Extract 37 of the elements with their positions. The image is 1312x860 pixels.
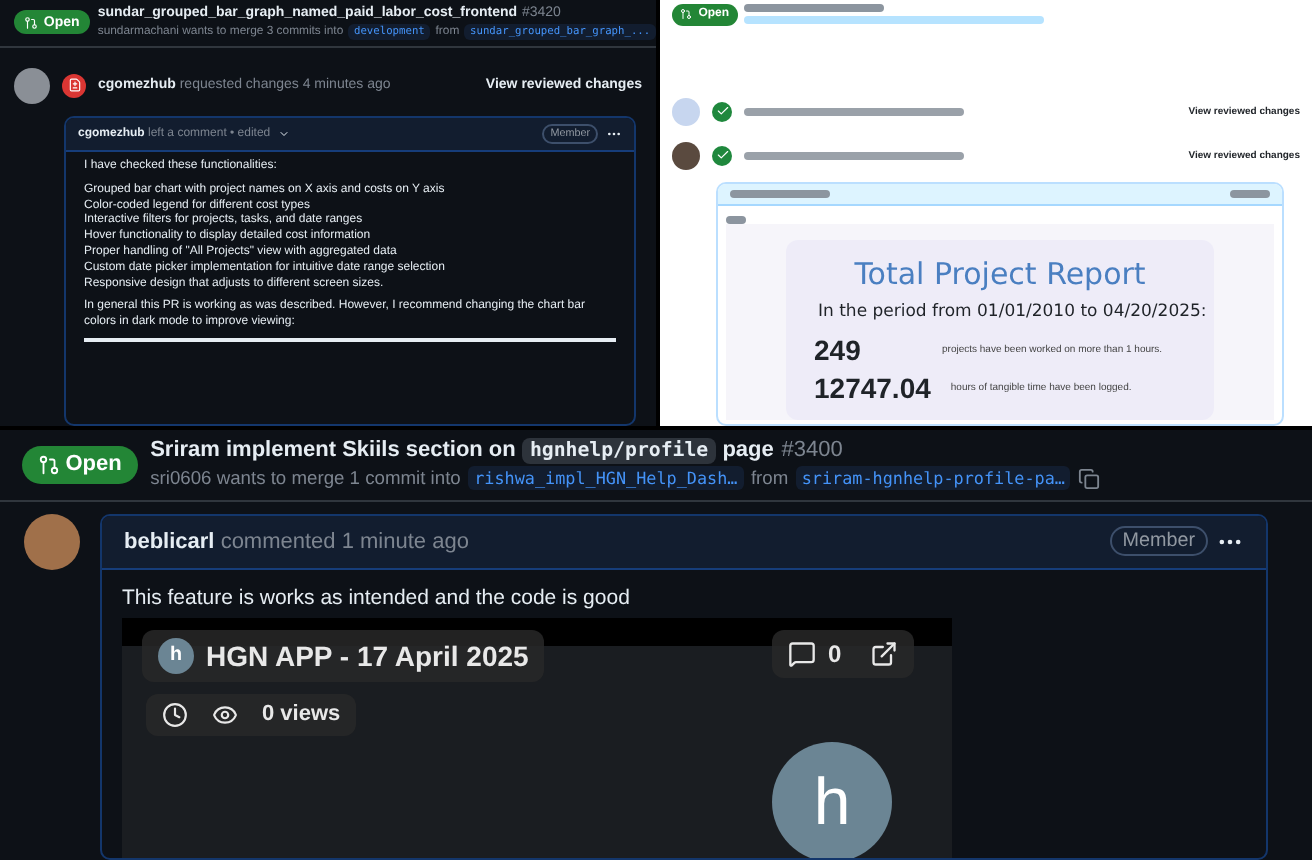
comment-text: This feature is works as intended and the code is good [122, 585, 632, 610]
blurred-text [1230, 189, 1270, 198]
stat-value: 12747.04 [814, 371, 931, 404]
merge-description: sri0606 wants to merge 1 commit into [150, 468, 461, 489]
review-status-icon [712, 101, 732, 122]
report-title: Total Project Report [852, 255, 1148, 292]
copy-icon[interactable] [1078, 467, 1101, 490]
comment-icon[interactable] [788, 639, 816, 668]
avatar [24, 513, 80, 570]
role-label: Member [1109, 526, 1208, 557]
eye-icon [212, 701, 238, 728]
avatar [672, 141, 700, 170]
video-thumbnail[interactable]: h HGN APP - 17 April 2025 0 views 0 h [122, 617, 952, 858]
blurred-text [744, 4, 885, 13]
stat-value: 249 [814, 333, 863, 366]
comment-count: 0 [828, 639, 842, 668]
view-count: 0 views [262, 702, 341, 727]
pr-number: #3400 [781, 438, 843, 463]
review-status-icon [712, 145, 732, 166]
clock-icon[interactable] [162, 701, 188, 728]
avatar: h [158, 637, 194, 674]
pr-title: Sriram implement Skiils section on hgnhelp/profile page [150, 438, 774, 463]
comment-author: beblicarl commented 1 minute ago [124, 529, 469, 554]
blurred-text [726, 215, 746, 224]
avatar [14, 67, 50, 104]
from-label: from [750, 468, 789, 489]
caret-icon[interactable] [278, 127, 291, 140]
external-link-icon[interactable] [869, 639, 898, 668]
status-badge: Open [22, 445, 137, 485]
report-period: In the period from 01/01/2010 to 04/20/2025: [816, 299, 1209, 326]
review-status-icon [62, 73, 86, 98]
base-branch-link[interactable]: rishwa_impl_HGN_Help_Dash… [468, 466, 744, 491]
avatar [672, 97, 700, 126]
blurred-text [730, 189, 830, 198]
video-title: HGN APP - 17 April 2025 [206, 639, 529, 672]
head-branch-link[interactable]: sriram-hgnhelp-profile-pa… [795, 466, 1071, 491]
avatar: h [772, 741, 892, 858]
